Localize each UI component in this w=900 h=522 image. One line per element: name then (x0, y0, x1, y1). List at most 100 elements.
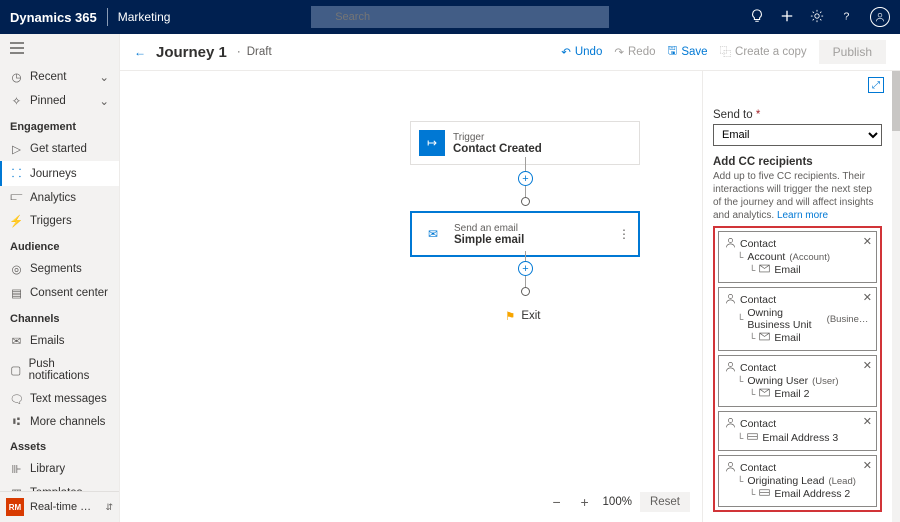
sidebar-item-label: Emails (30, 335, 65, 347)
publish-button[interactable]: Publish (819, 40, 886, 64)
app-name: Marketing (118, 10, 171, 24)
cc-relation-detail: (Lead) (828, 476, 855, 487)
properties-panel: ⤢ Send to * Email Add CC recipients Add … (702, 71, 892, 522)
node-type-label: Trigger (453, 132, 542, 143)
chevron-down-icon: ⌄ (99, 94, 109, 108)
connector-joint (521, 287, 530, 296)
sidebar-item-recent[interactable]: ◷Recent⌄ (0, 65, 119, 89)
trigger-icon: ↦ (419, 130, 445, 156)
remove-cc-button[interactable]: ✕ (863, 415, 872, 428)
zoom-out-button[interactable]: − (547, 492, 567, 512)
node-title: Simple email (454, 234, 524, 246)
mail-icon: ✉ (10, 334, 23, 348)
cc-relation-detail: (Business U... (827, 314, 870, 325)
send-to-select[interactable]: Email (713, 124, 882, 146)
sidebar-item-label: Segments (30, 263, 82, 275)
add-step-button[interactable]: + (518, 171, 533, 186)
connector-joint (521, 197, 530, 206)
cc-relation: Owning Business Unit (747, 307, 822, 331)
person-icon (725, 417, 736, 431)
cc-root: Contact (740, 294, 776, 306)
sidebar-item-label: Triggers (30, 215, 72, 227)
sidebar-item-journeys[interactable]: ⸬Journeys (0, 161, 119, 186)
library-icon: ⊪ (10, 462, 23, 476)
sidebar-item-more-channels[interactable]: ⑆More channels (0, 411, 119, 433)
sidebar-item-label: Consent center (30, 287, 108, 299)
pin-icon: ✧ (10, 94, 23, 108)
zoom-in-button[interactable]: + (575, 492, 595, 512)
sidebar-item-text[interactable]: 🗨Text messages (0, 387, 119, 411)
back-button[interactable]: ← (134, 45, 146, 59)
cmd-label: Create a copy (735, 46, 807, 58)
help-icon[interactable]: ? (840, 9, 854, 26)
zoom-reset-button[interactable]: Reset (640, 492, 690, 512)
search-box[interactable] (311, 6, 609, 28)
mail-icon (759, 487, 770, 501)
cmd-label: Save (681, 46, 707, 58)
cc-recipient-item[interactable]: ✕Contact└Owning Business Unit (Business … (718, 287, 877, 351)
journey-canvas[interactable]: ↦ Trigger Contact Created + ✉ Send an em… (120, 71, 702, 522)
cc-relation: Originating Lead (747, 475, 824, 487)
app-badge: RM (6, 498, 24, 516)
mail-icon (759, 331, 770, 345)
sidebar-item-consent[interactable]: ▤Consent center (0, 281, 119, 305)
cc-recipient-item[interactable]: ✕Contact└Account (Account)└Email (718, 231, 877, 283)
save-button[interactable]: 🖫Save (668, 43, 708, 62)
node-menu-button[interactable]: ⋮ (618, 227, 630, 241)
plus-icon[interactable] (780, 9, 794, 26)
sidebar-item-get-started[interactable]: ▷Get started (0, 137, 119, 161)
svg-text:?: ? (844, 10, 850, 22)
remove-cc-button[interactable]: ✕ (863, 235, 872, 248)
send-to-label: Send to * (713, 109, 882, 121)
sidebar-item-emails[interactable]: ✉ Emails (0, 329, 119, 353)
sidebar-item-pinned[interactable]: ✧Pinned⌄ (0, 89, 119, 113)
cc-recipients-box: ✕Contact└Account (Account)└Email✕Contact… (713, 226, 882, 512)
node-title: Contact Created (453, 143, 542, 155)
learn-more-link[interactable]: Learn more (777, 210, 828, 221)
sidebar-item-triggers[interactable]: ⚡Triggers (0, 209, 119, 233)
lightbulb-icon[interactable] (750, 9, 764, 26)
copy-icon: ⿻ (720, 44, 732, 60)
add-step-button[interactable]: + (518, 261, 533, 276)
cmd-label: Undo (575, 46, 603, 58)
cc-recipient-item[interactable]: ✕Contact└Originating Lead (Lead)└Email A… (718, 455, 877, 507)
sidebar-group-engagement: Engagement (0, 113, 119, 137)
zoom-value: 100% (603, 496, 632, 508)
brand-divider (107, 8, 108, 26)
cc-recipient-item[interactable]: ✕Contact└Owning User (User)└Email 2 (718, 355, 877, 407)
cc-root: Contact (740, 362, 776, 374)
cc-recipient-item[interactable]: ✕Contact└Email Address 3 (718, 411, 877, 451)
redo-button[interactable]: ↷Redo (614, 45, 655, 59)
save-icon: 🖫 (668, 43, 678, 62)
panel-scrollbar[interactable] (892, 71, 900, 522)
sidebar-item-analytics[interactable]: ⫍Analytics (0, 186, 119, 209)
link-icon: ⑆ (10, 416, 23, 428)
undo-button[interactable]: ↶ Undo (561, 45, 602, 59)
segments-icon: ◎ (10, 262, 23, 276)
person-icon (725, 361, 736, 375)
sidebar-app-switcher[interactable]: RM Real-time marketi... ⇵ (0, 491, 119, 522)
sidebar-item-push[interactable]: ▢Push notifications (0, 353, 119, 387)
hamburger-icon[interactable] (0, 34, 119, 65)
remove-cc-button[interactable]: ✕ (863, 459, 872, 472)
sidebar-item-label: Push notifications (29, 358, 109, 382)
mail-icon (759, 387, 770, 401)
copy-button[interactable]: ⿻Create a copy (720, 44, 807, 60)
sidebar-item-segments[interactable]: ◎ Segments (0, 257, 119, 281)
global-topbar: Dynamics 365 Marketing ? (0, 0, 900, 34)
cc-help-text: Add up to five CC recipients. Their inte… (713, 170, 882, 222)
remove-cc-button[interactable]: ✕ (863, 291, 872, 304)
gear-icon[interactable] (810, 9, 824, 26)
remove-cc-button[interactable]: ✕ (863, 359, 872, 372)
cc-field: Email Address 3 (762, 432, 838, 444)
chevron-down-icon: ⌄ (99, 70, 109, 84)
expand-panel-button[interactable]: ⤢ (868, 77, 884, 93)
sidebar-group-audience: Audience (0, 233, 119, 257)
sidebar-item-templates[interactable]: ▦Templates (0, 481, 119, 491)
chat-icon: 🗨 (10, 392, 23, 406)
search-input[interactable] (311, 6, 609, 28)
user-avatar[interactable] (870, 7, 890, 27)
undo-icon: ↶ (561, 45, 571, 59)
cc-section-title: Add CC recipients (713, 156, 882, 168)
sidebar-item-library[interactable]: ⊪Library (0, 457, 119, 481)
